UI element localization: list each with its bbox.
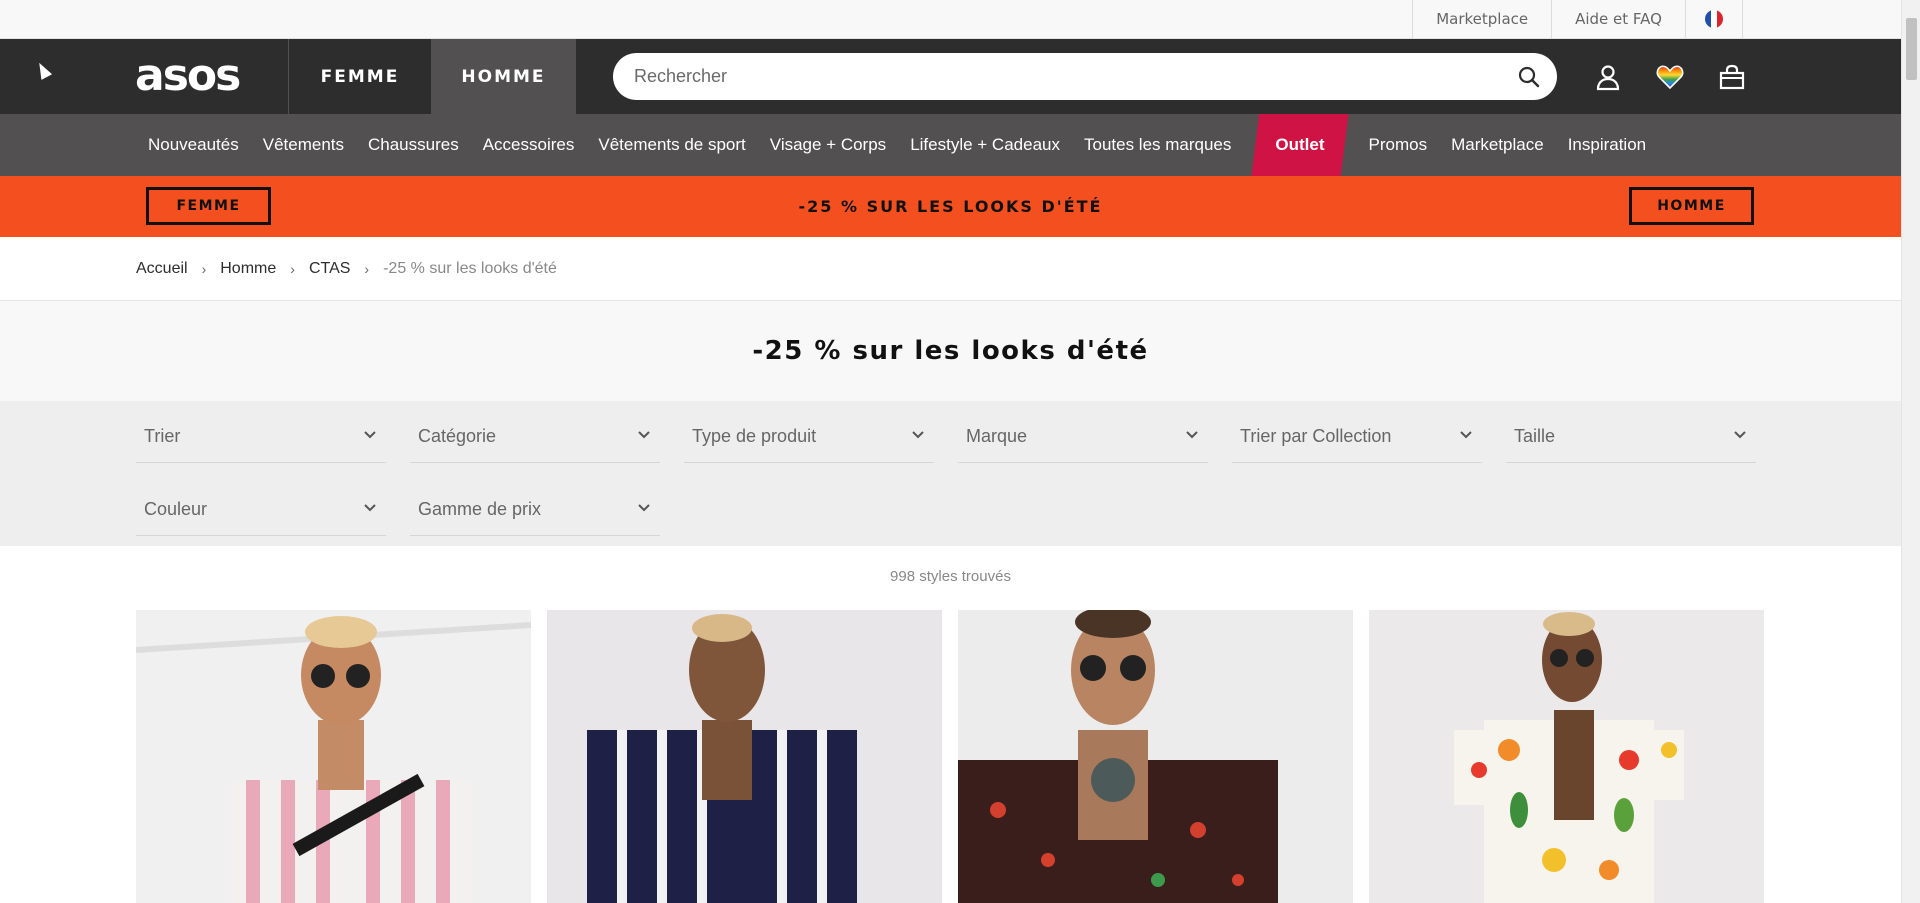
product-image — [1369, 610, 1764, 903]
chevron-down-icon — [638, 504, 650, 512]
chevron-down-icon — [1734, 431, 1746, 439]
product-card-dark-print-shirt[interactable] — [958, 610, 1353, 903]
utility-link-marketplace[interactable]: Marketplace — [1412, 0, 1551, 38]
page-title: -25 % sur les looks d'été — [752, 336, 1149, 366]
filter-categorie[interactable]: Catégorie — [410, 411, 660, 463]
nav-item-inspiration[interactable]: Inspiration — [1556, 114, 1658, 176]
bag-icon[interactable] — [1716, 61, 1748, 93]
nav-item-lifestyle-cadeaux[interactable]: Lifestyle + Cadeaux — [898, 114, 1072, 176]
promo-homme-button[interactable]: HOMME — [1629, 187, 1754, 225]
breadcrumb-current: -25 % sur les looks d'été — [383, 259, 557, 277]
nav-item-visage-corps[interactable]: Visage + Corps — [758, 114, 898, 176]
utility-links: Marketplace Aide et FAQ — [1412, 0, 1743, 38]
france-flag-icon — [1705, 10, 1723, 28]
product-image — [136, 610, 531, 903]
results-count: 998 styles trouvés — [890, 568, 1011, 585]
filter-trier[interactable]: Trier — [136, 411, 386, 463]
account-icon[interactable] — [1592, 61, 1624, 93]
promo-text: -25 % SUR LES LOOKS D'ÉTÉ — [798, 197, 1103, 216]
scrollbar-thumb[interactable] — [1906, 18, 1917, 80]
chevron-down-icon — [638, 431, 650, 439]
chevron-down-icon — [1186, 431, 1198, 439]
page: Marketplace Aide et FAQ asos FEMME HOMME — [0, 0, 1901, 903]
product-card-fruit-print-shirt[interactable] — [1369, 610, 1764, 903]
product-card-pink-stripe-shirt[interactable] — [136, 610, 531, 903]
search-input[interactable] — [634, 66, 1494, 87]
filter-trier-par-collection[interactable]: Trier par Collection — [1232, 411, 1482, 463]
chevron-right-icon: › — [290, 260, 295, 277]
nav-item-marketplace[interactable]: Marketplace — [1439, 114, 1556, 176]
filter-taille[interactable]: Taille — [1506, 411, 1756, 463]
filter-label: Trier — [144, 426, 181, 446]
nav-item-accessoires[interactable]: Accessoires — [471, 114, 587, 176]
tab-homme[interactable]: HOMME — [431, 39, 576, 114]
title-band: -25 % sur les looks d'été — [0, 301, 1901, 401]
nav-item-vetements-de-sport[interactable]: Vêtements de sport — [586, 114, 757, 176]
mouse-cursor-icon — [33, 60, 53, 80]
filter-label: Gamme de prix — [418, 499, 542, 519]
filter-gamme-de-prix[interactable]: Gamme de prix — [410, 484, 660, 536]
category-nav: Nouveautés Vêtements Chaussures Accessoi… — [0, 114, 1901, 176]
product-image — [547, 610, 942, 903]
breadcrumb: Accueil › Homme › CTAS › -25 % sur les l… — [0, 237, 1901, 301]
breadcrumb-homme[interactable]: Homme — [220, 260, 276, 278]
filter-couleur[interactable]: Couleur — [136, 484, 386, 536]
filter-label: Type de produit — [692, 426, 817, 446]
filter-marque[interactable]: Marque — [958, 411, 1208, 463]
product-image — [958, 610, 1353, 903]
tab-femme[interactable]: FEMME — [288, 39, 431, 114]
filter-label: Marque — [966, 426, 1028, 446]
chevron-right-icon: › — [364, 260, 370, 277]
country-selector[interactable] — [1685, 0, 1743, 38]
filter-label: Trier par Collection — [1240, 426, 1392, 446]
nav-item-vetements[interactable]: Vêtements — [251, 114, 356, 176]
nav-item-outlet[interactable]: Outlet — [1251, 114, 1349, 176]
chevron-down-icon — [1460, 431, 1472, 439]
utility-bar: Marketplace Aide et FAQ — [0, 0, 1901, 39]
filter-label: Taille — [1514, 426, 1556, 446]
nav-item-nouveautes[interactable]: Nouveautés — [136, 114, 251, 176]
chevron-right-icon: › — [201, 260, 207, 277]
filter-label: Catégorie — [418, 426, 497, 446]
filters-panel: Trier Catégorie Type de produit Marque T… — [0, 401, 1901, 546]
asos-logo[interactable]: asos — [135, 52, 241, 100]
search-icon[interactable] — [1518, 66, 1540, 92]
chevron-down-icon — [364, 504, 376, 512]
nav-item-toutes-les-marques[interactable]: Toutes les marques — [1072, 114, 1243, 176]
wishlist-heart-icon[interactable] — [1654, 61, 1686, 93]
filter-label: Couleur — [144, 499, 208, 519]
breadcrumb-ctas[interactable]: CTAS — [309, 260, 350, 278]
utility-link-help[interactable]: Aide et FAQ — [1551, 0, 1685, 38]
breadcrumb-accueil[interactable]: Accueil — [136, 260, 188, 278]
product-grid — [136, 610, 1764, 903]
promo-femme-button[interactable]: FEMME — [146, 187, 271, 225]
main-header: asos FEMME HOMME — [0, 39, 1901, 114]
promo-banner: -25 % SUR LES LOOKS D'ÉTÉ FEMME HOMME — [0, 176, 1901, 237]
scrollbar[interactable] — [1901, 0, 1920, 903]
search-bar — [613, 53, 1557, 100]
product-card-navy-stripe-shirt[interactable] — [547, 610, 942, 903]
chevron-down-icon — [364, 431, 376, 439]
filter-type-de-produit[interactable]: Type de produit — [684, 411, 934, 463]
nav-item-promos[interactable]: Promos — [1357, 114, 1440, 176]
nav-item-chaussures[interactable]: Chaussures — [356, 114, 471, 176]
chevron-down-icon — [912, 431, 924, 439]
